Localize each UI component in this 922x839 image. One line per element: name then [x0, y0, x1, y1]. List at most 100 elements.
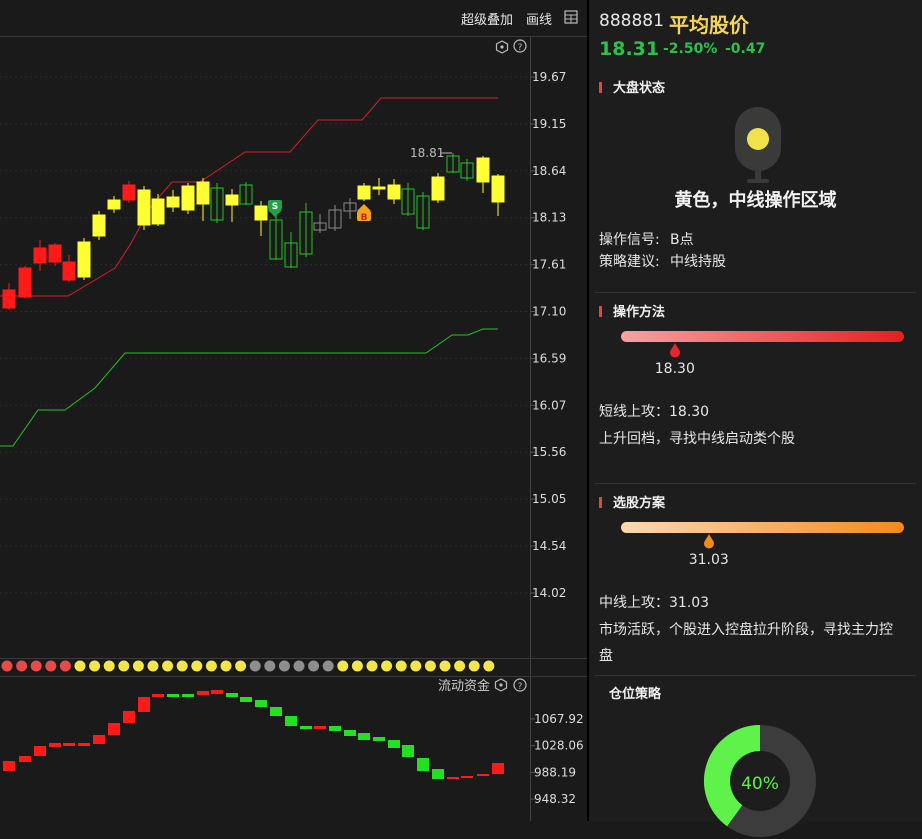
flow-bar: [182, 694, 194, 697]
flow-settings-icon[interactable]: [494, 678, 508, 692]
candle-body: [431, 176, 445, 201]
signal-dot: [74, 660, 86, 672]
position-donut-chart: 40%: [704, 725, 816, 837]
flow-bar: [78, 743, 90, 746]
signal-dot: [1, 660, 13, 672]
price-axis-label: 18.64: [532, 164, 566, 178]
signal-dot: [59, 660, 71, 672]
signal-dot: [381, 660, 393, 672]
price-axis-label: 15.05: [532, 492, 566, 506]
signal-dot: [308, 660, 320, 672]
candle-body: [92, 214, 106, 237]
candle-body: [2, 289, 16, 309]
flow-bar: [344, 730, 356, 736]
flow-bar: [447, 777, 459, 779]
signal-dot: [366, 660, 378, 672]
chart-settings-icon[interactable]: [495, 40, 509, 54]
candles: [2, 153, 505, 310]
info-panel: 888881 平均股价 18.31 -2.50% -0.47 大盘状态 黄色，中…: [589, 0, 922, 837]
svg-text:B: B: [361, 213, 368, 223]
candle-body: [166, 196, 180, 208]
flow-bar: [240, 697, 252, 702]
stock-change-pct: -2.50%: [663, 41, 718, 57]
selection-line-2: 市场活跃，个股进入控盘拉升阶段，寻找主力控: [599, 622, 893, 638]
signal-dot: [16, 660, 28, 672]
flow-bar: [167, 694, 179, 697]
price-axis-label: 17.61: [532, 258, 566, 272]
svg-text:S: S: [272, 202, 278, 212]
flow-bar: [34, 746, 46, 756]
signal-dot: [322, 660, 334, 672]
stock-price: 18.31: [599, 38, 660, 60]
flow-bar: [461, 776, 473, 778]
method-line-1: 短线上攻：18.30: [599, 404, 710, 420]
signal-dot: [205, 660, 217, 672]
position-section-title: 仓位策略: [609, 687, 662, 702]
price-axis-label: 19.15: [532, 117, 566, 131]
flow-axis-label: 1028.06: [534, 739, 584, 753]
divider-1: [595, 292, 916, 293]
market-status: 黄色，中线操作区域: [674, 190, 837, 211]
stock-change: -0.47: [725, 41, 766, 57]
candle-body: [372, 186, 386, 190]
flow-bar: [152, 694, 164, 697]
price-axis-label: 18.13: [532, 211, 566, 225]
method-gauge: [621, 331, 904, 342]
advice-value: 中线持股: [670, 254, 726, 270]
flow-bar: [492, 763, 504, 774]
candle-body: [196, 181, 210, 205]
signal-dot: [191, 660, 203, 672]
selection-gauge-marker-icon: [703, 534, 714, 549]
flow-bar: [108, 723, 120, 735]
flow-help-icon[interactable]: ?: [513, 678, 527, 692]
flow-bar: [123, 711, 135, 723]
flow-bar: [93, 735, 105, 744]
flow-bar: [477, 774, 489, 776]
svg-text:?: ?: [518, 43, 523, 53]
flow-bar: [314, 726, 326, 729]
flow-bar: [402, 745, 414, 757]
buy-signal-icon: B: [357, 204, 371, 223]
position-percent: 40%: [741, 774, 779, 794]
selection-gauge: [621, 522, 904, 533]
signal-dot: [424, 660, 436, 672]
flow-bar: [226, 693, 238, 697]
price-grid: [0, 76, 530, 594]
high-marker-label: 18.81: [410, 146, 444, 160]
flow-bar: [388, 740, 400, 748]
advice-label: 策略建议:: [599, 254, 660, 270]
signal-label: 操作信号:: [599, 232, 660, 248]
flow-axis-label: 948.32: [534, 792, 576, 806]
flow-bar: [211, 690, 223, 694]
candle-body: [254, 205, 268, 221]
flow-bar: [197, 691, 209, 695]
chart-help-icon[interactable]: ?: [513, 39, 527, 53]
svg-text:?: ?: [518, 682, 523, 692]
flow-bar: [300, 726, 312, 729]
divider-3: [595, 675, 916, 676]
flow-bar: [358, 733, 370, 740]
signal-dot: [278, 660, 290, 672]
signal-dot: [103, 660, 115, 672]
signal-dot: [220, 660, 232, 672]
price-axis-label: 14.02: [532, 586, 566, 600]
method-gauge-value: 18.30: [654, 361, 695, 377]
candle-body: [107, 199, 121, 210]
sell-signal-icon: S: [268, 200, 282, 217]
candle-body: [181, 185, 195, 211]
signal-dots-row: [1, 660, 495, 672]
price-axis-label: 15.56: [532, 445, 566, 459]
stock-code: 888881: [599, 11, 664, 31]
signal-dot: [235, 660, 247, 672]
signal-dot: [264, 660, 276, 672]
candle-body: [33, 247, 47, 264]
price-axis-label: 16.59: [532, 351, 566, 365]
candle-body: [357, 185, 371, 200]
flow-bar: [329, 726, 341, 731]
signal-dot: [89, 660, 101, 672]
flow-bar: [138, 697, 150, 712]
selection-gauge-value: 31.03: [688, 552, 729, 568]
kline-chart[interactable]: 19.67 19.15 18.64 18.13 17.61 17.10 16.59 16.07…: [0, 0, 587, 821]
flow-bar: [63, 743, 75, 746]
chart-pane[interactable]: 超级叠加 画线 19.67 19.15 18.64 18.13 17.61 17.10 16…: [0, 0, 587, 821]
